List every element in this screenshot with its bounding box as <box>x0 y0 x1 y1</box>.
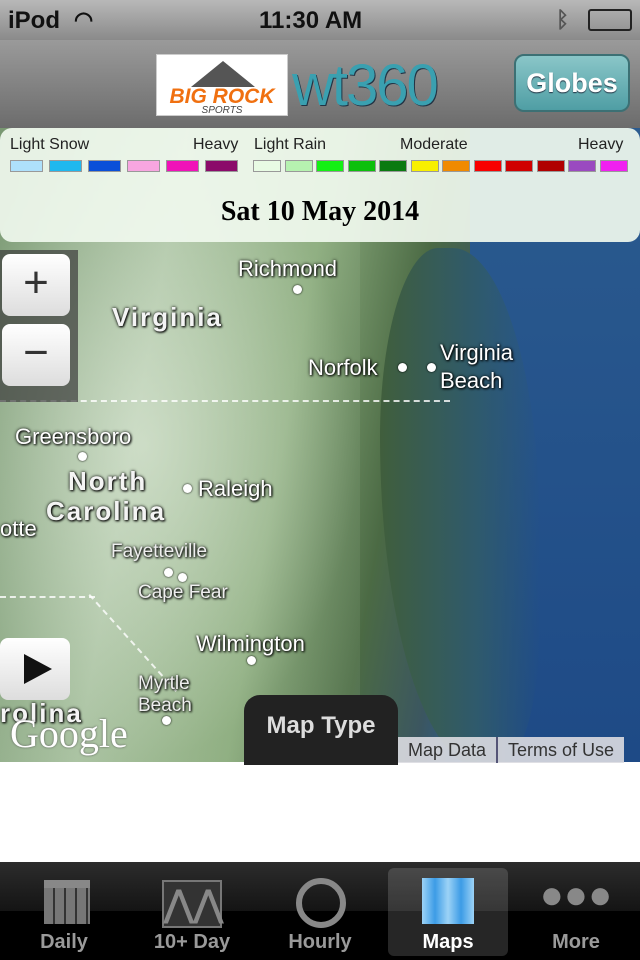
calendar-icon <box>4 868 124 924</box>
map-data-link[interactable]: Map Data <box>398 737 496 763</box>
map-type-button[interactable]: Map Type <box>244 695 398 765</box>
zoom-in-button[interactable]: + <box>2 254 70 316</box>
play-button[interactable] <box>0 638 70 700</box>
map-label: Cape Fear <box>138 582 228 603</box>
app-logo: wt360 <box>292 53 439 118</box>
wifi-icon: ◠ <box>74 7 94 32</box>
zoom-out-button[interactable]: − <box>2 324 70 386</box>
globes-button[interactable]: Globes <box>514 54 630 112</box>
rain-swatch <box>568 160 596 172</box>
rain-swatch <box>347 160 376 172</box>
map-attribution: Map Data Terms of Use <box>398 737 625 763</box>
map-label: Virginia <box>440 340 513 365</box>
rain-swatch <box>442 160 470 172</box>
zoom-controls: + − <box>0 250 78 402</box>
state-border <box>0 596 95 598</box>
map-label: North <box>68 466 148 496</box>
rain-swatch <box>379 160 407 172</box>
chart-icon: ⋀⋀ <box>132 868 252 928</box>
map-label: otte <box>0 516 37 541</box>
map-label: Carolina <box>46 496 167 526</box>
map-date: Sat 10 May 2014 <box>220 196 420 227</box>
tab-daily[interactable]: Daily <box>4 868 124 956</box>
map-label: Wilmington <box>196 631 305 656</box>
snow-swatch <box>88 160 121 172</box>
snow-swatch <box>127 160 160 172</box>
clock: 11:30 AM <box>259 7 363 34</box>
precip-legend: Light Snow Heavy Light Rain Moderate Hea… <box>0 128 640 242</box>
map-label: Richmond <box>238 256 338 281</box>
terms-link[interactable]: Terms of Use <box>496 737 624 763</box>
legend-label: Light Snow <box>10 136 90 153</box>
status-bar: iPod ◠ 11:30 AM ᛒ <box>0 0 640 40</box>
legend-label: Light Rain <box>254 136 327 153</box>
tab-10-day[interactable]: ⋀⋀ 10+ Day <box>132 868 252 956</box>
rain-swatch <box>599 160 628 172</box>
rain-swatch <box>473 160 502 172</box>
map-icon <box>388 868 508 924</box>
rain-swatch <box>505 160 533 172</box>
map-label: Greensboro <box>15 424 132 449</box>
tab-bar: Daily ⋀⋀ 10+ Day Hourly Maps ●●● More <box>0 862 640 960</box>
legend-label: Heavy <box>578 136 624 153</box>
map-label: Raleigh <box>198 476 273 501</box>
google-logo: Google <box>10 711 128 756</box>
more-icon: ●●● <box>539 873 613 917</box>
map-label: Beach <box>138 695 192 716</box>
carrier: iPod <box>8 7 60 34</box>
sponsor-logo[interactable]: BIG ROCK SPORTS <box>156 54 288 116</box>
map-label: Norfolk <box>308 355 378 380</box>
legend-label: Heavy <box>193 136 239 153</box>
rain-swatch <box>536 160 565 172</box>
legend-label: Moderate <box>400 136 468 153</box>
header: BIG ROCK SPORTS wt360 Globes <box>0 40 640 128</box>
map-label: Beach <box>440 368 503 393</box>
tab-more[interactable]: ●●● More <box>516 868 636 956</box>
snow-swatch <box>166 160 199 172</box>
battery-icon <box>588 9 632 31</box>
bluetooth-icon: ᛒ <box>556 7 570 32</box>
tab-maps[interactable]: Maps <box>388 868 508 956</box>
snow-swatch <box>205 160 238 172</box>
snow-swatch <box>49 160 82 172</box>
rain-swatch <box>410 160 439 172</box>
map-label: Virginia <box>112 302 223 332</box>
snow-swatch <box>10 160 43 172</box>
rain-swatch <box>253 160 281 172</box>
tab-hourly[interactable]: Hourly <box>260 868 380 956</box>
play-icon <box>24 654 52 684</box>
rain-swatch <box>316 160 344 172</box>
rain-swatch <box>284 160 313 172</box>
map-label: Fayetteville <box>111 541 208 562</box>
map-label: Myrtle <box>138 673 190 694</box>
clock-icon <box>260 868 380 928</box>
